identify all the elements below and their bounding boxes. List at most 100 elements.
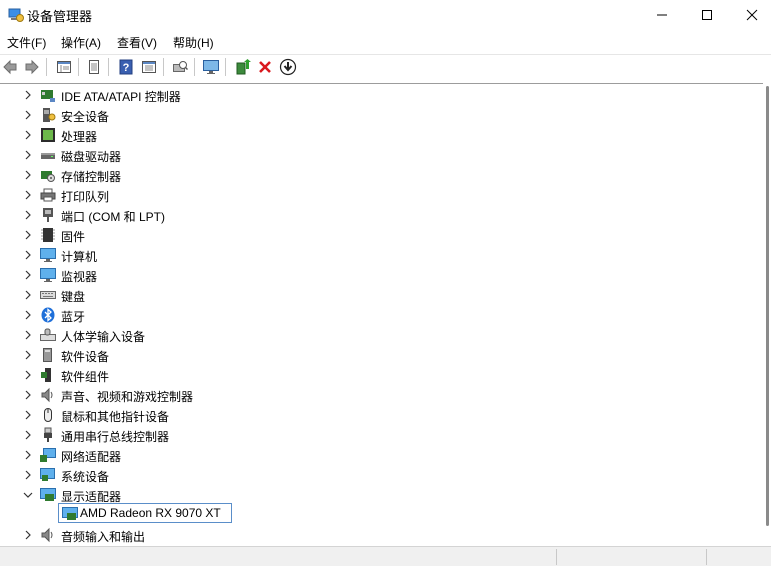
uninstall-button[interactable]	[255, 57, 275, 77]
tree-category-software-devices[interactable]: 软件设备	[0, 345, 740, 365]
update-driver-button[interactable]	[233, 57, 253, 77]
tree-category-computer[interactable]: 计算机	[0, 245, 740, 265]
close-icon	[746, 9, 758, 21]
minimize-icon	[657, 14, 667, 16]
chevron-right-icon[interactable]	[23, 270, 33, 280]
audio-io-icon	[41, 527, 53, 543]
toolbar-separator	[46, 58, 47, 76]
tree-category-processor[interactable]: 处理器	[0, 125, 740, 145]
tree-category-security[interactable]: 安全设备	[0, 105, 740, 125]
menu-bar: 文件(F) 操作(A) 查看(V) 帮助(H)	[0, 30, 771, 54]
chevron-right-icon[interactable]	[23, 90, 33, 100]
menu-file[interactable]: 文件(F)	[7, 34, 46, 51]
tree-category-label: 鼠标和其他指针设备	[61, 410, 170, 424]
chevron-right-icon[interactable]	[23, 150, 33, 160]
tree-category-label: 网络适配器	[61, 450, 122, 464]
tree-category-label: 键盘	[61, 290, 86, 304]
driver-details-button[interactable]	[84, 57, 104, 77]
tree-category-label: 存储控制器	[61, 170, 122, 184]
software-device-icon	[43, 348, 52, 362]
vertical-scrollbar[interactable]	[764, 84, 771, 532]
chevron-down-icon[interactable]	[23, 490, 33, 500]
download-button[interactable]	[278, 57, 298, 77]
chevron-right-icon[interactable]	[23, 110, 33, 120]
chevron-right-icon[interactable]	[23, 190, 33, 200]
tree-category-ports[interactable]: 端口 (COM 和 LPT)	[0, 205, 740, 225]
properties-view-icon	[57, 61, 71, 73]
properties-view-button[interactable]	[54, 57, 74, 77]
menu-help[interactable]: 帮助(H)	[173, 34, 214, 51]
chevron-right-icon[interactable]	[23, 310, 33, 320]
minimize-button[interactable]	[639, 0, 685, 30]
chevron-right-icon[interactable]	[23, 450, 33, 460]
chevron-right-icon[interactable]	[23, 410, 33, 420]
chevron-right-icon[interactable]	[23, 430, 33, 440]
close-button[interactable]	[729, 0, 771, 30]
tree-category-keyboard[interactable]: 键盘	[0, 285, 740, 305]
tree-category-software-components[interactable]: 软件组件	[0, 365, 740, 385]
tree-device-amd-radeon[interactable]: AMD Radeon RX 9070 XT	[58, 503, 232, 523]
monitor-button[interactable]	[201, 57, 221, 77]
keyboard-icon	[40, 291, 56, 299]
chevron-right-icon[interactable]	[23, 350, 33, 360]
help-icon: ?	[119, 59, 133, 75]
chevron-right-icon[interactable]	[23, 390, 33, 400]
tree-category-label: 声音、视频和游戏控制器	[61, 390, 194, 404]
uninstall-x-icon	[259, 61, 271, 73]
monitor-icon	[40, 268, 56, 282]
tree-category-network[interactable]: 网络适配器	[0, 445, 740, 465]
tree-category-system[interactable]: 系统设备	[0, 465, 740, 485]
toolbar-separator	[194, 58, 195, 76]
view-resources-button[interactable]	[139, 57, 159, 77]
toolbar-separator	[108, 58, 109, 76]
chevron-right-icon[interactable]	[23, 530, 33, 540]
chevron-right-icon[interactable]	[23, 370, 33, 380]
tree-category-audio-io[interactable]: 音频输入和输出	[0, 525, 740, 545]
tree-category-label: IDE ATA/ATAPI 控制器	[61, 90, 181, 104]
tree-category-mouse[interactable]: 鼠标和其他指针设备	[0, 405, 740, 425]
tree-category-print-queue[interactable]: 打印队列	[0, 185, 740, 205]
tree-category-storage[interactable]: 存储控制器	[0, 165, 740, 185]
tree-category-label: 打印队列	[61, 190, 110, 204]
tree-category-label: 软件设备	[61, 350, 110, 364]
toolbar-separator	[225, 58, 226, 76]
tree-category-display-adapters[interactable]: 显示适配器	[0, 485, 740, 505]
view-resources-icon	[142, 61, 156, 73]
scrollbar-thumb[interactable]	[766, 86, 769, 526]
scan-hardware-icon	[173, 61, 188, 72]
tree-category-hid[interactable]: 人体学输入设备	[0, 325, 740, 345]
software-component-icon	[41, 368, 51, 382]
chevron-right-icon[interactable]	[23, 170, 33, 180]
menu-action[interactable]: 操作(A)	[61, 34, 101, 51]
chevron-right-icon[interactable]	[23, 130, 33, 140]
tree-category-monitors[interactable]: 监视器	[0, 265, 740, 285]
tree-category-ide[interactable]: IDE ATA/ATAPI 控制器	[0, 85, 740, 105]
tree-category-bluetooth[interactable]: 蓝牙	[0, 305, 740, 325]
chevron-right-icon[interactable]	[23, 470, 33, 480]
chevron-right-icon[interactable]	[23, 250, 33, 260]
tree-device-label: AMD Radeon RX 9070 XT	[80, 506, 221, 520]
driver-details-icon	[89, 60, 99, 74]
port-icon	[43, 208, 53, 222]
tree-category-firmware[interactable]: 固件	[0, 225, 740, 245]
forward-button[interactable]	[22, 57, 42, 77]
scan-hardware-button[interactable]	[170, 57, 190, 77]
tree-category-label: 处理器	[61, 130, 98, 144]
back-button[interactable]	[0, 57, 20, 77]
tree-category-disk[interactable]: 磁盘驱动器	[0, 145, 740, 165]
maximize-button[interactable]	[684, 0, 730, 30]
help-button[interactable]: ?	[116, 57, 136, 77]
tree-category-label: 通用串行总线控制器	[61, 430, 170, 444]
status-pane-divider	[706, 549, 707, 565]
menu-view[interactable]: 查看(V)	[117, 34, 157, 51]
tree-category-label: 固件	[61, 230, 86, 244]
chevron-right-icon[interactable]	[23, 330, 33, 340]
chevron-right-icon[interactable]	[23, 210, 33, 220]
chevron-right-icon[interactable]	[23, 230, 33, 240]
security-device-icon	[43, 108, 56, 122]
tree-category-sound[interactable]: 声音、视频和游戏控制器	[0, 385, 740, 405]
chevron-right-icon[interactable]	[23, 290, 33, 300]
tree-category-usb[interactable]: 通用串行总线控制器	[0, 425, 740, 445]
disk-drive-icon	[41, 153, 55, 159]
tree-category-label: 安全设备	[61, 110, 110, 124]
